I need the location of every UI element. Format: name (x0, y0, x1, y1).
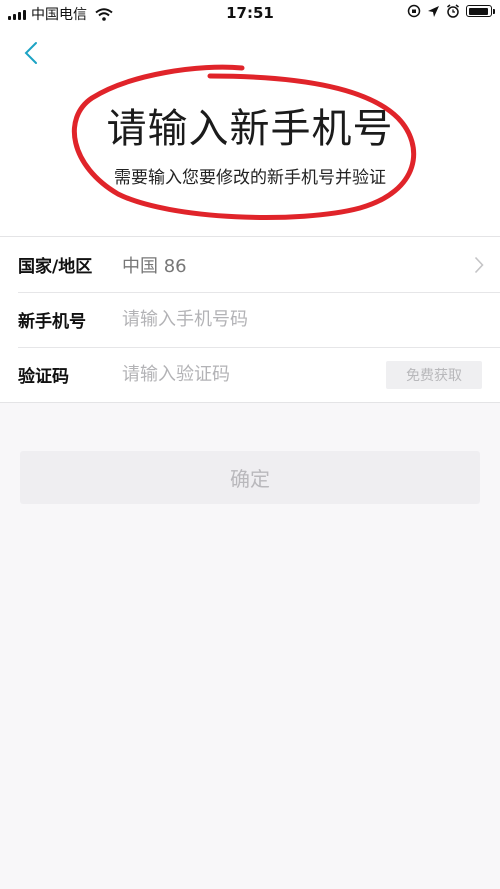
region-value: 中国 86 (122, 255, 187, 277)
location-lock-icon (407, 4, 421, 18)
page-subtitle: 需要输入您要修改的新手机号并验证 (114, 168, 386, 188)
page-title: 请输入新手机号 (106, 106, 394, 152)
back-chevron-icon (24, 42, 37, 64)
battery-icon (466, 5, 495, 17)
status-bar: 中国电信 17:51 (0, 0, 500, 26)
chevron-right-icon (454, 256, 484, 274)
get-code-button[interactable]: 免费获取 (386, 360, 482, 389)
code-label: 验证码 (18, 367, 69, 387)
confirm-button[interactable]: 确定 (20, 451, 480, 504)
code-row: 验证码 免费获取 (0, 347, 500, 402)
header: 请输入新手机号 需要输入您要修改的新手机号并验证 (0, 26, 500, 236)
change-phone-screen: 中国电信 17:51 请输入新手机号 需要输入您要修改的新手机号并验证 国家/地… (0, 0, 500, 889)
region-row[interactable]: 国家/地区 中国 86 (0, 237, 500, 292)
region-label: 国家/地区 (18, 257, 93, 277)
battery-level (468, 7, 489, 15)
code-input[interactable] (122, 364, 386, 385)
status-right (407, 4, 495, 18)
navigation-arrow-icon (428, 5, 439, 17)
phone-form: 国家/地区 中国 86 新手机号 验证码 免费获取 (0, 236, 500, 403)
phone-input[interactable] (122, 309, 500, 330)
phone-label: 新手机号 (18, 312, 86, 332)
phone-row: 新手机号 (0, 292, 500, 347)
back-button[interactable] (16, 38, 46, 68)
alarm-icon (447, 4, 459, 18)
